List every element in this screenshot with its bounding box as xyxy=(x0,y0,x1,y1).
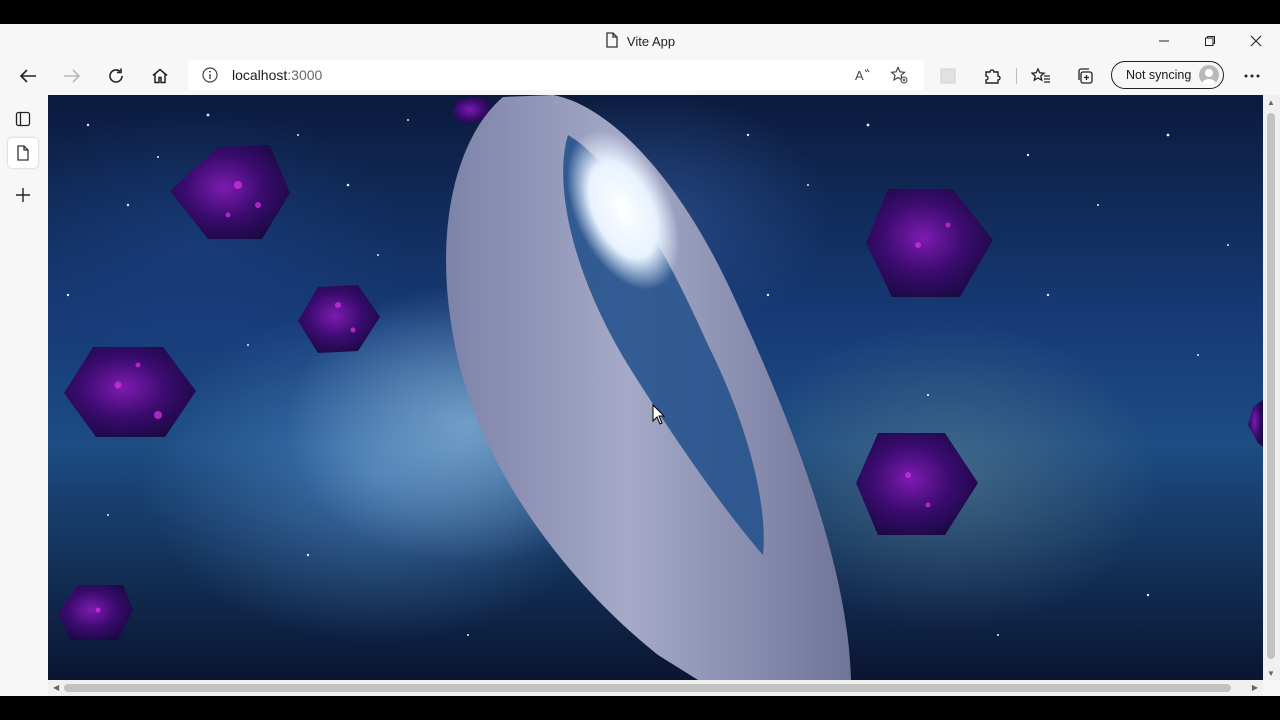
add-favorite-icon[interactable] xyxy=(890,66,908,89)
space-scene xyxy=(58,95,1263,680)
tab-title[interactable]: Vite App xyxy=(605,31,676,51)
new-tab-button[interactable] xyxy=(8,180,38,210)
home-button[interactable] xyxy=(145,61,175,91)
scroll-up-arrow-icon[interactable]: ▲ xyxy=(1267,98,1275,107)
gem xyxy=(1248,400,1263,447)
window-title: Vite App xyxy=(626,33,676,49)
refresh-button[interactable] xyxy=(101,61,131,91)
horizontal-scrollbar[interactable]: ◀ ▶ xyxy=(48,680,1263,696)
browser-window: Vite App localhost:3000 A Not syncing ▲ … xyxy=(0,24,1280,696)
toolbar-divider xyxy=(1016,68,1017,84)
read-aloud-icon[interactable]: A xyxy=(854,66,872,89)
avatar-icon xyxy=(1199,65,1219,85)
minimize-icon xyxy=(1159,40,1169,42)
horizontal-scroll-thumb[interactable] xyxy=(64,684,1231,692)
forward-arrow-icon xyxy=(64,69,81,83)
vertical-tabs-sidebar xyxy=(0,95,46,696)
profile-sync-button[interactable]: Not syncing xyxy=(1111,61,1224,89)
title-bar: Vite App xyxy=(0,24,1280,58)
torus-ring xyxy=(446,95,851,680)
close-icon xyxy=(1250,35,1262,47)
more-menu-button[interactable] xyxy=(1237,61,1267,91)
page-icon xyxy=(605,31,619,51)
webgl-canvas[interactable] xyxy=(48,95,1263,680)
vertical-scrollbar[interactable]: ▲ ▼ xyxy=(1263,95,1280,680)
back-arrow-icon xyxy=(19,69,36,83)
scroll-right-arrow-icon[interactable]: ▶ xyxy=(1252,683,1258,692)
extensions-button[interactable] xyxy=(977,61,1007,91)
scroll-left-arrow-icon[interactable]: ◀ xyxy=(53,683,59,692)
gem xyxy=(64,347,196,437)
site-info-icon[interactable] xyxy=(202,67,218,88)
restore-button[interactable] xyxy=(1187,24,1233,58)
tab-vite-app[interactable] xyxy=(8,138,38,168)
close-button[interactable] xyxy=(1233,24,1279,58)
sync-label: Not syncing xyxy=(1126,68,1192,82)
collections-button[interactable] xyxy=(1070,61,1100,91)
gem xyxy=(856,433,978,535)
svg-text:A: A xyxy=(855,68,864,83)
scroll-down-arrow-icon[interactable]: ▼ xyxy=(1267,669,1275,678)
gem xyxy=(866,189,993,297)
forward-button[interactable] xyxy=(57,61,87,91)
gem xyxy=(58,585,133,640)
extension-placeholder-icon xyxy=(940,68,956,84)
plus-icon xyxy=(16,188,30,202)
gem xyxy=(298,285,380,353)
puzzle-icon xyxy=(985,69,1001,84)
browser-toolbar: localhost:3000 A Not syncing xyxy=(0,58,1280,92)
favorites-icon xyxy=(1031,67,1050,83)
extension-placeholder-button[interactable] xyxy=(933,61,963,91)
home-icon xyxy=(152,68,168,84)
back-button[interactable] xyxy=(13,61,43,91)
minimize-button[interactable] xyxy=(1141,24,1187,58)
more-dots-icon xyxy=(1244,74,1260,78)
address-bar[interactable]: localhost:3000 A xyxy=(188,60,924,90)
url-port: :3000 xyxy=(287,67,323,83)
url-text: localhost:3000 xyxy=(232,67,322,83)
favorites-button[interactable] xyxy=(1026,61,1056,91)
tab-actions-button[interactable] xyxy=(8,104,38,134)
refresh-icon xyxy=(109,68,123,83)
vertical-scroll-thumb[interactable] xyxy=(1267,113,1275,659)
restore-icon xyxy=(1205,36,1215,46)
collections-icon xyxy=(1078,68,1093,84)
page-icon xyxy=(17,145,29,161)
screen: Vite App localhost:3000 A Not syncing ▲ … xyxy=(0,0,1280,720)
url-host: localhost xyxy=(232,67,288,83)
gem xyxy=(170,145,290,239)
tab-actions-icon xyxy=(15,111,31,127)
